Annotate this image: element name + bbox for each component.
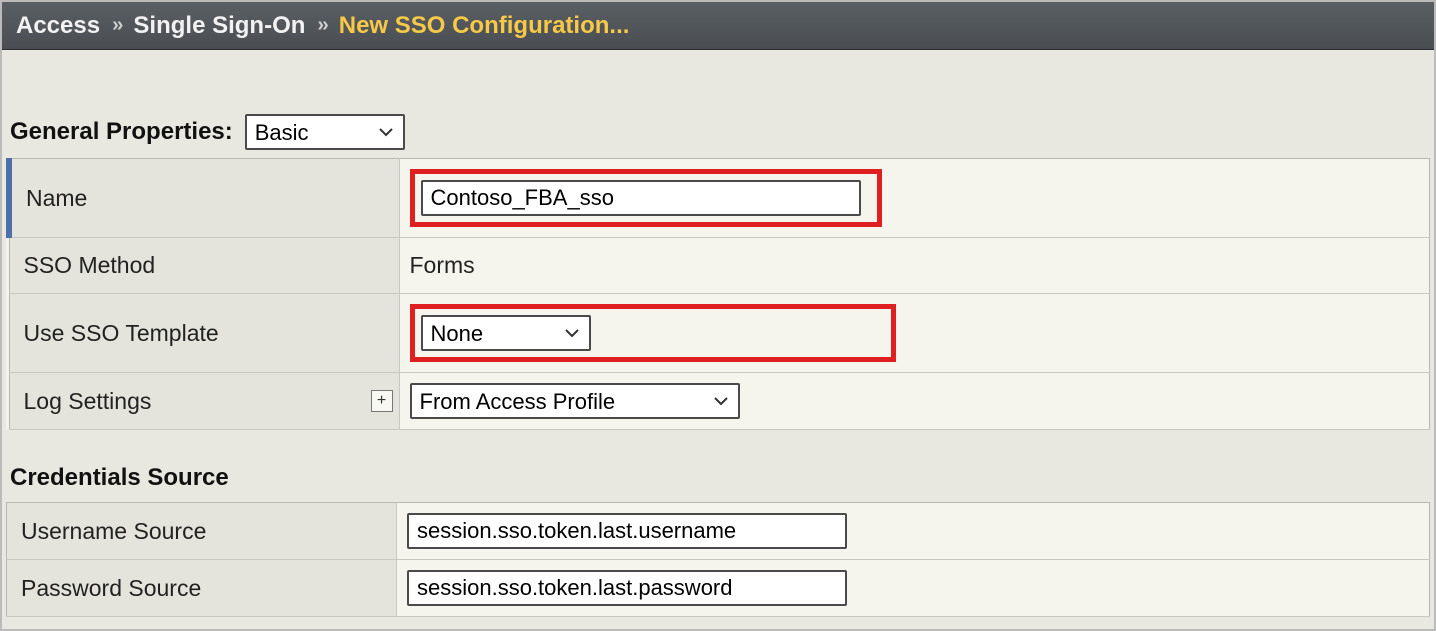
- log-settings-label-text: Log Settings: [24, 388, 152, 414]
- use-template-label: Use SSO Template: [9, 294, 399, 373]
- page-root: Access ›› Single Sign-On ›› New SSO Conf…: [0, 0, 1436, 631]
- username-source-input[interactable]: [407, 513, 847, 549]
- log-settings-label: Log Settings +: [9, 373, 399, 430]
- password-source-input[interactable]: [407, 570, 847, 606]
- breadcrumb: Access ›› Single Sign-On ›› New SSO Conf…: [2, 2, 1434, 50]
- general-properties-header: General Properties: Basic: [2, 50, 1434, 154]
- row-name: Name: [9, 159, 1430, 238]
- row-log-settings: Log Settings + From Access Profile: [9, 373, 1430, 430]
- general-properties-title: General Properties:: [10, 118, 233, 146]
- name-highlight: [410, 169, 882, 227]
- general-properties-table: Name SSO Method Forms Use SSO Template: [6, 158, 1430, 430]
- name-input[interactable]: [421, 180, 861, 216]
- breadcrumb-current: New SSO Configuration...: [339, 12, 630, 40]
- password-source-label: Password Source: [7, 560, 397, 617]
- credentials-source-title: Credentials Source: [2, 430, 1434, 498]
- breadcrumb-level2[interactable]: Single Sign-On: [133, 12, 305, 40]
- username-source-label: Username Source: [7, 503, 397, 560]
- log-settings-select[interactable]: From Access Profile: [410, 383, 740, 419]
- row-password-source: Password Source: [7, 560, 1430, 617]
- name-label: Name: [9, 159, 399, 238]
- log-settings-add-button[interactable]: +: [371, 390, 393, 412]
- credentials-source-table: Username Source Password Source: [6, 502, 1430, 617]
- sso-method-value: Forms: [410, 252, 475, 278]
- use-template-select[interactable]: None: [421, 315, 591, 351]
- breadcrumb-sep-icon: ››: [317, 14, 326, 37]
- sso-method-label: SSO Method: [9, 238, 399, 294]
- breadcrumb-level1[interactable]: Access: [16, 12, 100, 40]
- breadcrumb-sep-icon: ››: [112, 14, 121, 37]
- row-use-template: Use SSO Template None: [9, 294, 1430, 373]
- general-properties-mode-select[interactable]: Basic: [245, 114, 405, 150]
- row-username-source: Username Source: [7, 503, 1430, 560]
- row-sso-method: SSO Method Forms: [9, 238, 1430, 294]
- use-template-highlight: None: [410, 304, 896, 362]
